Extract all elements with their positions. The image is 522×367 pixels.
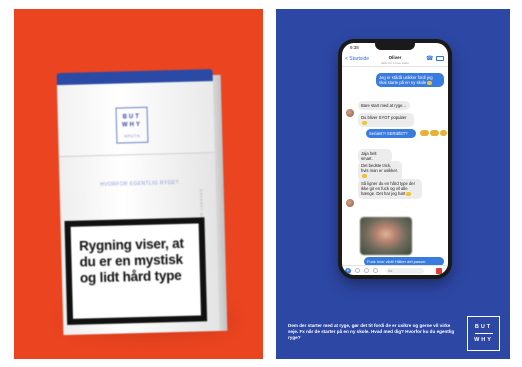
pack-logo: BUT WHY BRUTA (115, 106, 149, 144)
message-text-1: Jeg er stådå usikker fordi jeg skal star… (379, 75, 433, 86)
emoji-icon (427, 81, 433, 86)
health-warning-box: Rygning viser, at du er en mystisk og li… (64, 217, 208, 325)
message-bubble-2: Bare start med at ryge... (358, 101, 410, 111)
video-icon[interactable] (436, 56, 444, 61)
message-text-6: Det bedste trick, hvis man er usikker. (361, 163, 399, 174)
logo-divider (474, 333, 493, 334)
message-composer: + Aa (342, 265, 448, 275)
contact-status: Aktiv for 1 time siden (381, 61, 409, 65)
chat-photo[interactable] (360, 217, 412, 255)
camera-icon[interactable] (355, 268, 360, 273)
microphone-icon[interactable] (373, 268, 378, 273)
status-time: 9:38 (350, 45, 359, 50)
phone-icon[interactable]: ☎ (426, 55, 433, 62)
message-bubble-7: Så ligner du en hård type der ikke gir e… (358, 179, 422, 199)
emoji-icon (406, 192, 412, 197)
message-bubble-4: Seriøst?! SERIØST? (366, 129, 416, 139)
image-icon[interactable] (364, 268, 369, 273)
emoji-icon (420, 130, 429, 136)
message-text-3: Du bliver SYGT populær (361, 115, 407, 120)
back-button[interactable]: < Startside (345, 56, 369, 62)
logo-line1: BUT (474, 324, 493, 330)
message-text-8: Fuck hvor vildt! Håber det passer (367, 259, 426, 264)
emoji-icon (362, 121, 367, 126)
cigarette-pack-poster: BUT WHY BRUTA HVORFOR EGENTLIG RYGE? ERF… (14, 9, 263, 359)
but-why-logo: BUT WHY (467, 316, 500, 351)
contact-avatar (346, 109, 354, 117)
message-bubble-3: Du bliver SYGT populær (358, 113, 414, 128)
message-text-4: Seriøst?! SERIØST? (369, 131, 408, 136)
message-bubble-1: Jeg er stådå usikker fordi jeg skal star… (376, 73, 444, 88)
contact-name: Oliver (388, 55, 402, 60)
cigarette-pack: BUT WHY BRUTA HVORFOR EGENTLIG RYGE? ERF… (56, 69, 228, 336)
phone-screen: 9:38 < Startside Oliver Aktiv for 1 time… (342, 43, 448, 275)
phone-notch (375, 43, 415, 50)
like-icon[interactable] (436, 268, 442, 274)
message-text-2: Bare start med at ryge... (361, 103, 406, 108)
emoji-icon (430, 130, 439, 136)
emoji-icon (362, 174, 367, 179)
message-bubble-6: Det bedste trick, hvis man er usikker. (358, 161, 402, 181)
poster-caption: Dem der starter med at ryge, gør det tit… (288, 323, 455, 341)
warning-text: Rygning viser, at du er en mystisk og li… (78, 235, 184, 286)
message-text-5: Jaja helt smart. (361, 151, 377, 162)
chat-header: < Startside Oliver Aktiv for 1 time side… (342, 53, 448, 67)
smartphone: 9:38 < Startside Oliver Aktiv for 1 time… (338, 39, 452, 279)
plus-icon[interactable]: + (345, 268, 351, 274)
chat-poster: 9:38 < Startside Oliver Aktiv for 1 time… (276, 9, 510, 359)
pack-logo-tiny: BRUTA (124, 132, 141, 139)
pack-logo-line2: WHY (121, 121, 143, 129)
emoji-icon (440, 130, 447, 136)
message-input[interactable]: Aa (386, 268, 424, 274)
logo-line2: WHY (474, 337, 493, 343)
pack-lid: BUT WHY BRUTA (56, 81, 215, 158)
contact-avatar (346, 199, 354, 207)
